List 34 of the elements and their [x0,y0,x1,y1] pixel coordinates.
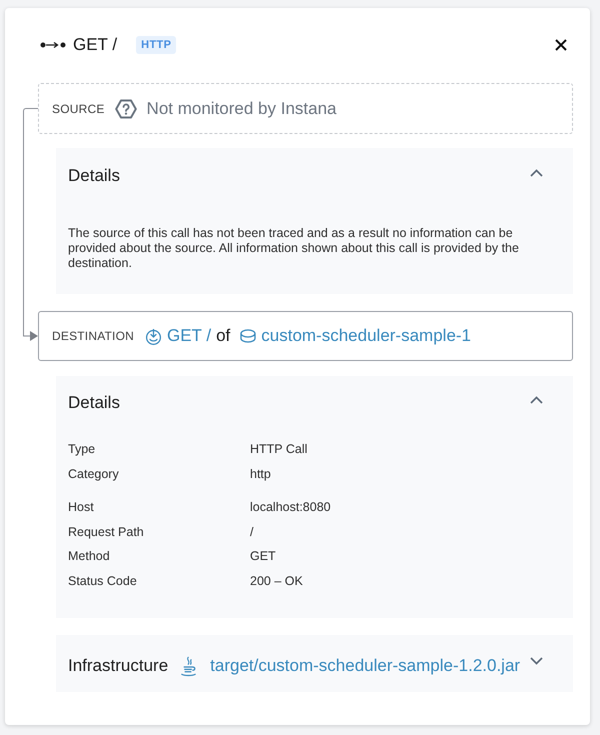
detail-value: / [250,524,254,539]
endpoint-link[interactable]: GET / [144,326,212,346]
service-link[interactable]: custom-scheduler-sample-1 [240,326,472,346]
detail-value: http [250,466,271,481]
database-icon [240,329,256,343]
detail-label: Request Path [68,524,144,539]
call-title: GET / [73,35,118,55]
detail-label: Host [68,500,94,514]
detail-label: Type [68,442,96,456]
of-text: of [216,326,230,346]
collapse-chevron-button[interactable] [530,396,543,404]
destination-label: DESTINATION [52,329,134,343]
expand-chevron-button[interactable] [530,657,543,665]
detail-value: GET [250,549,276,564]
collapse-chevron-button[interactable] [530,169,543,177]
source-details-text: The source of this call has not been traced and as a result no information can be provided about the source. All information shown about this call is provided by the destination. [68,226,520,271]
coffee-cup-icon [179,656,198,676]
details-title: Details [68,166,120,186]
process-link[interactable]: target/custom-scheduler-sample-1.2.0.jar [179,656,520,676]
detail-value: HTTP Call [250,442,308,456]
infrastructure-title: Infrastructure [68,656,168,676]
protocol-badge: HTTP [136,36,176,54]
source-status-text: Not monitored by Instana [146,98,336,118]
detail-label: Method [68,549,110,564]
question-hexagon-icon [114,98,137,118]
source-label: SOURCE [52,102,105,116]
route-icon [40,41,66,49]
details-title: Details [68,393,120,413]
detail-value: localhost:8080 [250,500,331,514]
endpoint-icon [144,328,162,344]
detail-label: Status Code [68,574,137,588]
detail-label: Category [68,466,119,481]
detail-value: 200 – OK [250,574,303,588]
close-button[interactable] [555,39,567,51]
